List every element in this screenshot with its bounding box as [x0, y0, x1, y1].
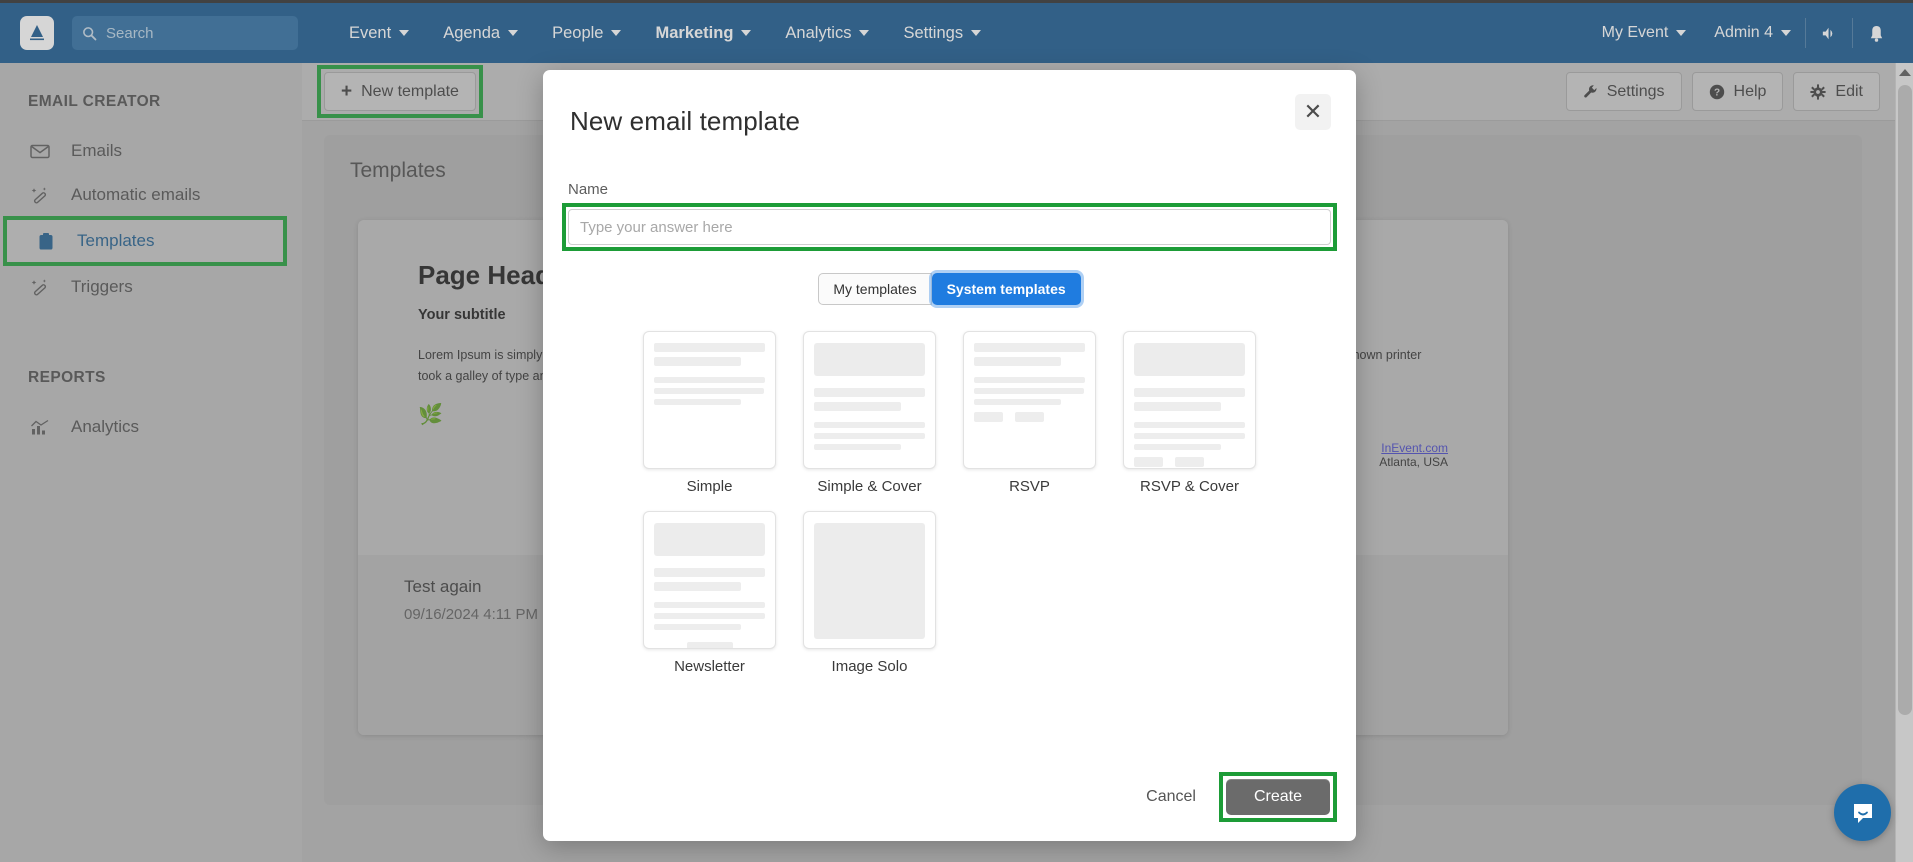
chat-bubble-icon: [1853, 803, 1872, 823]
rsvp-button-placeholder: [1015, 412, 1044, 422]
template-option-label: RSVP: [1009, 478, 1050, 495]
template-thumbnail: [963, 331, 1096, 469]
rsvp-button-placeholder: [1175, 457, 1204, 467]
create-button-highlight: Create: [1218, 772, 1338, 822]
tab-my-templates[interactable]: My templates: [818, 273, 932, 305]
name-field-label: Name: [568, 181, 609, 198]
template-thumbnail: [1123, 331, 1256, 469]
name-input[interactable]: [568, 209, 1331, 245]
template-option-label: Simple: [686, 478, 733, 495]
new-email-template-dialog: New email template ✕ Name My templates S…: [543, 70, 1356, 841]
rsvp-button-placeholder: [974, 412, 1003, 422]
cancel-button[interactable]: Cancel: [1132, 780, 1210, 814]
name-field-highlight: [562, 203, 1337, 251]
template-option-label: Newsletter: [674, 658, 745, 675]
dialog-title: New email template: [570, 106, 801, 136]
template-thumbnail: [803, 511, 936, 649]
close-icon[interactable]: ✕: [1295, 94, 1331, 130]
template-option-simple[interactable]: Simple: [643, 331, 776, 495]
create-button[interactable]: Create: [1225, 779, 1330, 815]
rsvp-button-placeholder: [1134, 457, 1163, 467]
template-thumbnail: [803, 331, 936, 469]
image-placeholder: [814, 523, 925, 639]
template-thumbnail: [643, 331, 776, 469]
template-option-rsvp[interactable]: RSVP: [963, 331, 1096, 495]
template-option-label: Simple & Cover: [817, 478, 922, 495]
template-option-rsvp-cover[interactable]: RSVP & Cover: [1123, 331, 1256, 495]
template-option-label: Image Solo: [831, 658, 908, 675]
template-options-grid: Simple Simple & Cover RSVP RSVP & Cover …: [543, 331, 1356, 675]
newsletter-cta-placeholder: [686, 642, 733, 648]
template-option-label: RSVP & Cover: [1140, 478, 1239, 495]
template-option-image-solo[interactable]: Image Solo: [803, 511, 936, 675]
tab-system-templates[interactable]: System templates: [931, 273, 1081, 305]
intercom-launcher-button[interactable]: [1834, 784, 1891, 841]
template-thumbnail: [643, 511, 776, 649]
dialog-footer: Cancel Create: [1132, 772, 1338, 822]
template-source-tabs: My templates System templates: [543, 273, 1356, 305]
template-option-simple-cover[interactable]: Simple & Cover: [803, 331, 936, 495]
template-option-newsletter[interactable]: Newsletter: [643, 511, 776, 675]
